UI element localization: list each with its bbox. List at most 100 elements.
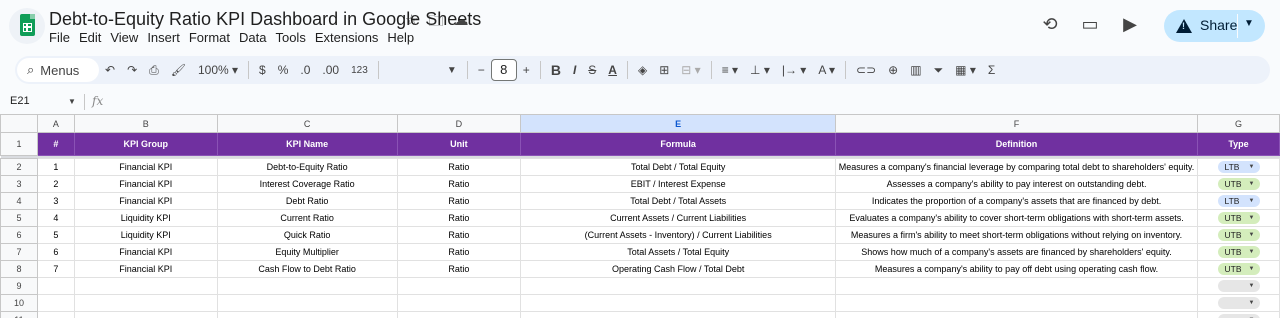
type-dropdown-chip[interactable]: UTB ▼: [1217, 212, 1260, 224]
italic-icon[interactable]: I: [567, 63, 582, 77]
empty-cell[interactable]: [36, 311, 75, 318]
empty-cell[interactable]: [520, 294, 837, 312]
empty-cell[interactable]: ▼: [1197, 277, 1280, 295]
insert-link-icon[interactable]: ⊂⊃: [850, 63, 882, 77]
column-header-f[interactable]: F: [835, 114, 1199, 133]
kpi-group-cell[interactable]: Financial KPI: [73, 158, 218, 176]
empty-cell[interactable]: [36, 294, 75, 312]
menu-item-edit[interactable]: Edit: [79, 30, 110, 45]
formula-cell[interactable]: EBIT / Interest Expense: [520, 175, 837, 193]
definition-cell[interactable]: Evaluates a company's ability to cover s…: [835, 209, 1199, 227]
kpi-name-cell[interactable]: Quick Ratio: [216, 226, 398, 244]
kpi-name-cell[interactable]: Cash Flow to Debt Ratio: [216, 260, 398, 278]
search-menus-button[interactable]: ⌕ Menus: [17, 58, 99, 82]
print-icon[interactable]: ⎙: [143, 63, 165, 78]
row-header[interactable]: 11: [0, 311, 38, 318]
menu-item-data[interactable]: Data: [239, 30, 275, 45]
definition-cell[interactable]: Assesses a company's ability to pay inte…: [835, 175, 1199, 193]
type-dropdown-chip[interactable]: UTB ▼: [1217, 178, 1260, 190]
table-header-cell[interactable]: #: [36, 132, 75, 156]
column-header-c[interactable]: C: [216, 114, 398, 133]
definition-cell[interactable]: Measures a company's ability to pay off …: [835, 260, 1199, 278]
empty-cell[interactable]: [396, 277, 522, 295]
kpi-number-cell[interactable]: 7: [36, 260, 75, 278]
unit-cell[interactable]: Ratio: [396, 243, 522, 261]
empty-cell[interactable]: [36, 277, 75, 295]
more-formats-button[interactable]: 123: [345, 65, 374, 76]
definition-cell[interactable]: Measures a firm's ability to meet short-…: [835, 226, 1199, 244]
text-rotation-icon[interactable]: A ▾: [812, 63, 841, 77]
empty-cell[interactable]: [73, 277, 218, 295]
move-folder-icon[interactable]: 🗀: [428, 11, 443, 36]
row-header[interactable]: 10: [0, 294, 38, 312]
filter-icon[interactable]: ⏷: [928, 63, 950, 78]
type-cell[interactable]: LTB ▼: [1197, 158, 1280, 176]
formula-cell[interactable]: Operating Cash Flow / Total Debt: [520, 260, 837, 278]
merge-cells-icon[interactable]: ⊟ ▾: [675, 63, 706, 77]
kpi-group-cell[interactable]: Liquidity KPI: [73, 209, 218, 227]
empty-cell[interactable]: [73, 311, 218, 318]
row-header[interactable]: 6: [0, 226, 38, 244]
share-button[interactable]: Share ▼: [1164, 10, 1265, 42]
redo-icon[interactable]: ↷: [121, 63, 143, 77]
type-cell[interactable]: UTB ▼: [1197, 226, 1280, 244]
sheets-logo-icon[interactable]: [9, 8, 45, 44]
zoom-select[interactable]: 100% ▾: [192, 63, 244, 77]
kpi-group-cell[interactable]: Liquidity KPI: [73, 226, 218, 244]
increase-font-size-button[interactable]: +: [517, 63, 536, 77]
kpi-name-cell[interactable]: Equity Multiplier: [216, 243, 398, 261]
percent-format-button[interactable]: %: [272, 63, 295, 77]
table-header-cell[interactable]: Formula: [520, 132, 837, 156]
undo-icon[interactable]: ↶: [99, 63, 121, 77]
kpi-name-cell[interactable]: Debt-to-Equity Ratio: [216, 158, 398, 176]
column-header-d[interactable]: D: [396, 114, 522, 133]
fill-color-icon[interactable]: ◈: [632, 63, 653, 77]
formula-cell[interactable]: (Current Assets - Inventory) / Current L…: [520, 226, 837, 244]
filter-views-icon[interactable]: ▦ ▾: [949, 63, 982, 77]
definition-cell[interactable]: Indicates the proportion of a company's …: [835, 192, 1199, 210]
menu-item-help[interactable]: Help: [387, 30, 423, 45]
version-history-icon[interactable]: ⟲: [1030, 14, 1070, 35]
type-dropdown-chip[interactable]: ▼: [1217, 297, 1260, 309]
formula-cell[interactable]: Current Assets / Current Liabilities: [520, 209, 837, 227]
borders-icon[interactable]: ⊞: [653, 63, 675, 77]
empty-cell[interactable]: [835, 311, 1199, 318]
kpi-number-cell[interactable]: 4: [36, 209, 75, 227]
type-cell[interactable]: UTB ▼: [1197, 243, 1280, 261]
formula-cell[interactable]: Total Debt / Total Assets: [520, 192, 837, 210]
comments-icon[interactable]: ▭: [1070, 14, 1110, 35]
name-box[interactable]: E21: [10, 95, 30, 107]
empty-cell[interactable]: [835, 294, 1199, 312]
currency-format-button[interactable]: $: [253, 63, 272, 77]
type-cell[interactable]: LTB ▼: [1197, 192, 1280, 210]
row-header[interactable]: 9: [0, 277, 38, 295]
unit-cell[interactable]: Ratio: [396, 226, 522, 244]
column-header-b[interactable]: B: [73, 114, 218, 133]
strikethrough-icon[interactable]: S: [582, 63, 602, 77]
kpi-name-cell[interactable]: Interest Coverage Ratio: [216, 175, 398, 193]
table-header-cell[interactable]: Unit: [396, 132, 522, 156]
table-header-cell[interactable]: KPI Name: [216, 132, 398, 156]
insert-comment-icon[interactable]: ⊕: [882, 63, 904, 77]
empty-cell[interactable]: [520, 277, 837, 295]
text-wrapping-icon[interactable]: |→ ▾: [776, 63, 812, 77]
row-header[interactable]: 2: [0, 158, 38, 176]
menu-item-tools[interactable]: Tools: [275, 30, 314, 45]
kpi-number-cell[interactable]: 2: [36, 175, 75, 193]
kpi-group-cell[interactable]: Financial KPI: [73, 192, 218, 210]
empty-cell[interactable]: [520, 311, 837, 318]
menu-item-view[interactable]: View: [110, 30, 147, 45]
increase-decimal-button[interactable]: .00: [316, 63, 345, 77]
table-header-cell[interactable]: KPI Group: [73, 132, 218, 156]
type-dropdown-chip[interactable]: LTB ▼: [1217, 195, 1260, 207]
kpi-group-cell[interactable]: Financial KPI: [73, 243, 218, 261]
row-header[interactable]: 1: [0, 132, 38, 156]
row-header[interactable]: 8: [0, 260, 38, 278]
vertical-align-icon[interactable]: ⊥ ▾: [744, 63, 776, 77]
empty-cell[interactable]: [835, 277, 1199, 295]
unit-cell[interactable]: Ratio: [396, 209, 522, 227]
kpi-name-cell[interactable]: Current Ratio: [216, 209, 398, 227]
unit-cell[interactable]: Ratio: [396, 158, 522, 176]
menu-item-extensions[interactable]: Extensions: [315, 30, 388, 45]
empty-cell[interactable]: [216, 294, 398, 312]
